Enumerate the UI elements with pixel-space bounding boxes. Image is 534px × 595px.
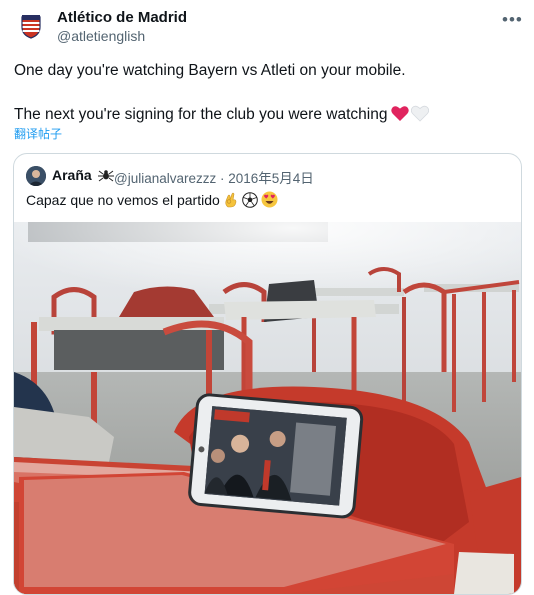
ok-hand-icon xyxy=(225,192,237,207)
atletico-crest-icon xyxy=(21,15,41,39)
quote-text: Capaz que no vemos el partido xyxy=(26,191,278,208)
white-heart-icon xyxy=(411,105,430,122)
heart-eyes-icon xyxy=(261,191,278,208)
tweet-line-2-text: The next you're signing for the club you… xyxy=(14,106,388,123)
avatar-photo-icon xyxy=(26,166,46,186)
tweet-text: One day you're watching Bayern vs Atleti… xyxy=(14,60,519,126)
classroom-phone-photo[interactable] xyxy=(14,222,521,594)
quote-date[interactable]: · 2016年5月4日 xyxy=(220,171,314,186)
author-avatar[interactable] xyxy=(13,8,49,44)
translate-post-link[interactable]: 翻译帖子 xyxy=(14,125,62,142)
quote-meta: @julianalvarezzz · 2016年5月4日 xyxy=(114,167,314,187)
author-name[interactable]: Atlético de Madrid xyxy=(57,9,187,26)
spider-icon xyxy=(97,170,114,182)
tweet-line-1: One day you're watching Bayern vs Atleti… xyxy=(14,62,406,79)
quote-author-avatar[interactable] xyxy=(26,166,46,186)
tweet-line-2: The next you're signing for the club you… xyxy=(14,104,519,126)
soccer-ball-icon xyxy=(241,191,258,208)
hearts xyxy=(391,105,430,122)
quote-author-name-text: Araña xyxy=(52,167,92,183)
author-handle[interactable]: @atletienglish xyxy=(57,28,145,44)
quote-author-name[interactable]: Araña xyxy=(52,167,114,183)
more-options-icon[interactable]: ••• xyxy=(502,10,523,30)
quoted-tweet[interactable]: Araña @julianalvarezzz · 2016年5月4日 Capaz… xyxy=(13,153,522,595)
quote-author-handle[interactable]: @julianalvarezzz xyxy=(114,171,216,186)
quote-text-body: Capaz que no vemos el partido xyxy=(26,191,220,208)
red-heart-icon xyxy=(391,106,410,121)
tweet-header: Atlético de Madrid @atletienglish ••• xyxy=(0,0,534,52)
